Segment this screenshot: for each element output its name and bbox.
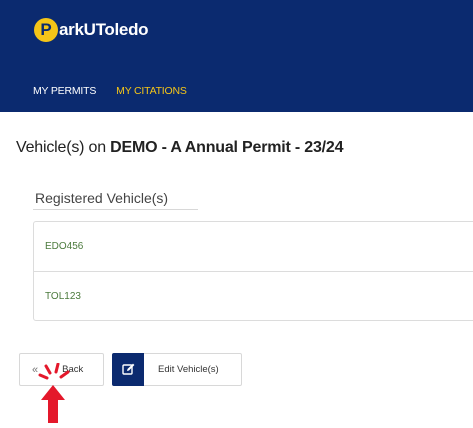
back-button-label: Back <box>62 364 84 375</box>
vehicle-row[interactable]: TOL123 <box>34 271 473 320</box>
vehicle-list: EDO456 TOL123 <box>33 221 473 321</box>
panel-title-divider <box>33 209 198 210</box>
page-title: Vehicle(s) on DEMO - A Annual Permit - 2… <box>16 139 344 157</box>
vehicle-plate: EDO456 <box>45 241 84 252</box>
vehicle-plate: TOL123 <box>45 290 81 302</box>
logo-text: arkUToledo <box>59 20 149 39</box>
nav-my-citations[interactable]: MY CITATIONS <box>116 85 187 97</box>
double-chevron-left-icon: « <box>32 363 39 376</box>
back-button[interactable]: « Back <box>19 353 104 386</box>
logo-p-badge: P <box>34 18 58 42</box>
page-title-permit: DEMO - A Annual Permit - 23/24 <box>110 139 344 156</box>
edit-icon <box>112 353 144 386</box>
edit-vehicles-label: Edit Vehicle(s) <box>158 364 219 375</box>
vehicle-row[interactable]: EDO456 <box>34 222 473 271</box>
panel-title: Registered Vehicle(s) <box>35 190 169 206</box>
main-nav: MY PERMITS MY CITATIONS <box>33 85 187 97</box>
app-logo[interactable]: P arkUToledo <box>34 18 149 42</box>
nav-my-permits[interactable]: MY PERMITS <box>33 85 96 97</box>
app-header: P arkUToledo MY PERMITS MY CITATIONS <box>0 0 473 112</box>
edit-vehicles-button[interactable]: Edit Vehicle(s) <box>112 353 242 386</box>
page-title-prefix: Vehicle(s) on <box>16 139 111 156</box>
